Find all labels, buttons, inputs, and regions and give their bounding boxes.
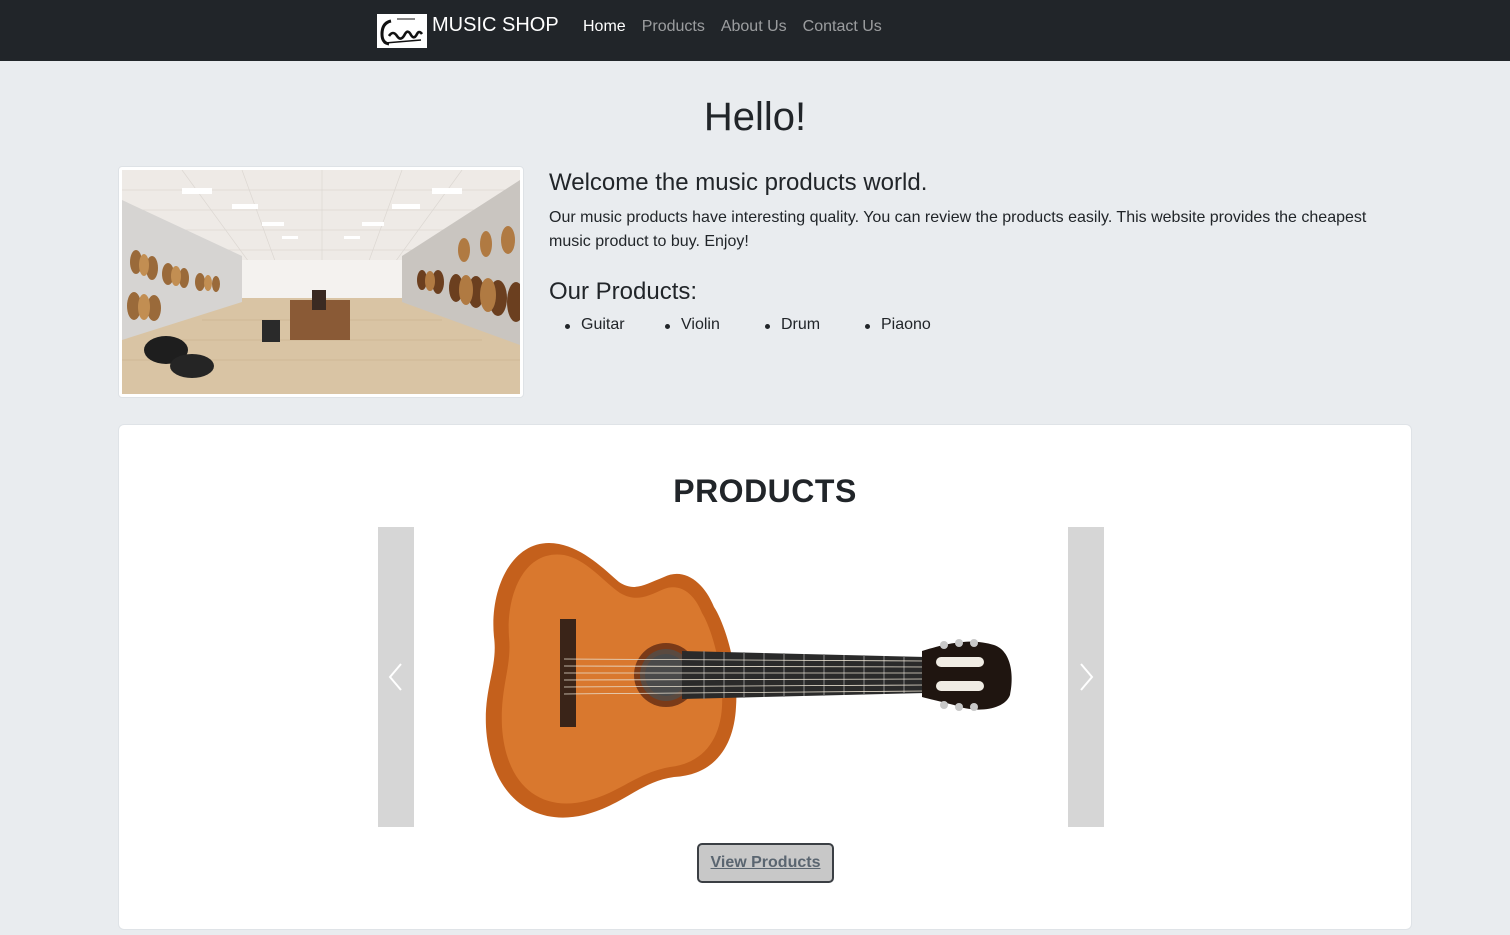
nav-contact-us[interactable]: Contact Us: [803, 18, 882, 36]
guitar-logo-icon: [377, 14, 427, 48]
chevron-right-icon: [1080, 663, 1094, 691]
our-products-heading: Our Products:: [549, 278, 698, 305]
carousel-prev-button[interactable]: [378, 527, 414, 827]
brand[interactable]: MUSIC SHOP: [377, 14, 559, 48]
intro-text: Our music products have interesting qual…: [549, 209, 1367, 250]
list-item: Drum: [765, 316, 865, 334]
brand-name[interactable]: MUSIC SHOP: [432, 14, 559, 37]
classical-guitar-image: [485, 542, 1012, 818]
carousel-next-button[interactable]: [1068, 527, 1104, 827]
products-list: Guitar Violin Drum Piaono: [565, 316, 965, 334]
welcome-heading: Welcome the music products world.: [549, 169, 928, 196]
products-carousel: [378, 527, 1104, 827]
list-item: Piaono: [865, 316, 965, 334]
music-store-photo: [122, 170, 520, 394]
list-item: Violin: [665, 316, 765, 334]
products-title: PRODUCTS: [673, 473, 857, 509]
view-products-button[interactable]: View Products: [697, 843, 834, 883]
store-image-frame: [118, 166, 524, 398]
chevron-left-icon: [388, 663, 402, 691]
hero-title: Hello!: [703, 95, 807, 139]
products-card: PRODUCTS View Products: [118, 424, 1412, 930]
nav-links: Home Products About Us Contact Us: [583, 18, 898, 36]
nav-products[interactable]: Products: [642, 18, 705, 36]
nav-about-us[interactable]: About Us: [721, 18, 787, 36]
navbar: MUSIC SHOP Home Products About Us Contac…: [0, 0, 1510, 61]
list-item: Guitar: [565, 316, 665, 334]
nav-home[interactable]: Home: [583, 18, 626, 36]
